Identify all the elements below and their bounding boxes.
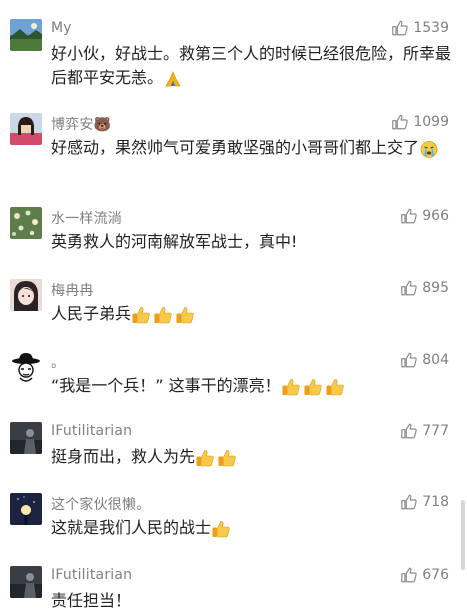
like-button[interactable]: 718 bbox=[400, 493, 449, 511]
comment-body: 人民子弟兵 bbox=[51, 304, 132, 323]
thumbs-up-icon bbox=[400, 351, 418, 369]
landscape-avatar[interactable] bbox=[10, 19, 42, 51]
like-button[interactable]: 777 bbox=[400, 422, 449, 440]
thumbs-up-icon bbox=[400, 422, 418, 440]
like-count: 676 bbox=[422, 567, 449, 583]
commenter-name[interactable]: 这个家伙很懒。 bbox=[51, 494, 150, 514]
thumbs-up-emoji-icon bbox=[211, 519, 231, 539]
commenter-name[interactable]: 博弈安🐻 bbox=[51, 114, 111, 134]
commenter-name[interactable]: 水一样流淌 bbox=[51, 208, 122, 228]
comment-list: My 1539 好小伙，好战士。救第三个人的时候已经很危险，所幸最后都平安无恙。… bbox=[0, 0, 467, 611]
comment-text: 好小伙，好战士。救第三个人的时候已经很危险，所幸最后都平安无恙。 bbox=[51, 42, 451, 90]
thumbs-up-emoji-icon bbox=[303, 377, 323, 397]
pray-emoji-icon bbox=[163, 69, 183, 89]
like-count: 1539 bbox=[413, 20, 449, 36]
night-sky-avatar[interactable] bbox=[10, 493, 42, 525]
like-button[interactable]: 1099 bbox=[391, 113, 449, 131]
comment-body: 挺身而出，救人为先 bbox=[51, 447, 196, 466]
comment-body: 英勇救人的河南解放军战士，真中! bbox=[51, 232, 298, 251]
comment-body: 好感动，果然帅气可爱勇敢坚强的小哥哥们都上交了 bbox=[51, 138, 420, 157]
hat-cartoon-avatar[interactable] bbox=[10, 351, 42, 383]
like-count: 1099 bbox=[413, 114, 449, 130]
like-count: 966 bbox=[422, 208, 449, 224]
crying-face-emoji-icon bbox=[419, 139, 439, 159]
comment-text: 责任担当！ bbox=[51, 589, 451, 613]
thumbs-up-emoji-icon bbox=[131, 305, 151, 325]
thumbs-up-emoji-icon bbox=[281, 377, 301, 397]
thumbs-up-emoji-icon bbox=[175, 305, 195, 325]
commenter-name[interactable]: 。 bbox=[51, 352, 65, 372]
like-count: 804 bbox=[422, 352, 449, 368]
commenter-name[interactable]: IFutilitarian bbox=[51, 567, 132, 583]
thumbs-up-icon bbox=[400, 207, 418, 225]
like-count: 895 bbox=[422, 280, 449, 296]
comment-body: 这就是我们人民的战士 bbox=[51, 518, 212, 537]
thumbs-up-icon bbox=[391, 19, 409, 37]
comment-body: 好小伙，好战士。救第三个人的时候已经很危险，所幸最后都平安无恙。 bbox=[51, 44, 452, 87]
comment-text: 人民子弟兵 bbox=[51, 302, 451, 326]
thumbs-up-icon bbox=[400, 493, 418, 511]
like-button[interactable]: 895 bbox=[400, 279, 449, 297]
flowers-avatar[interactable] bbox=[10, 207, 42, 239]
comment-text: 好感动，果然帅气可爱勇敢坚强的小哥哥们都上交了 bbox=[51, 136, 451, 160]
commenter-name[interactable]: My bbox=[51, 20, 72, 36]
like-button[interactable]: 966 bbox=[400, 207, 449, 225]
comment-text: 英勇救人的河南解放军战士，真中! bbox=[51, 230, 451, 254]
thumbs-up-emoji-icon bbox=[195, 448, 215, 468]
like-button[interactable]: 676 bbox=[400, 566, 449, 584]
thumbs-up-emoji-icon bbox=[217, 448, 237, 468]
comment-body: “我是一个兵！” 这事干的漂亮！ bbox=[51, 376, 281, 395]
thumbs-up-icon bbox=[391, 113, 409, 131]
comment-text: 挺身而出，救人为先 bbox=[51, 445, 451, 469]
girl-photo-avatar[interactable] bbox=[10, 113, 42, 145]
comment-text: “我是一个兵！” 这事干的漂亮！ bbox=[51, 374, 451, 398]
like-button[interactable]: 804 bbox=[400, 351, 449, 369]
dark-photo-avatar[interactable] bbox=[10, 566, 42, 598]
commenter-name[interactable]: IFutilitarian bbox=[51, 423, 132, 439]
thumbs-up-emoji-icon bbox=[325, 377, 345, 397]
comment-body: 责任担当！ bbox=[51, 591, 132, 610]
like-count: 718 bbox=[422, 494, 449, 510]
thumbs-up-icon bbox=[400, 566, 418, 584]
anime-girl-avatar[interactable] bbox=[10, 279, 42, 311]
comment-text: 这就是我们人民的战士 bbox=[51, 516, 451, 540]
thumbs-up-emoji-icon bbox=[153, 305, 173, 325]
thumbs-up-icon bbox=[400, 279, 418, 297]
scrollbar[interactable] bbox=[461, 500, 465, 570]
like-count: 777 bbox=[422, 423, 449, 439]
dark-photo-avatar[interactable] bbox=[10, 422, 42, 454]
like-button[interactable]: 1539 bbox=[391, 19, 449, 37]
commenter-name[interactable]: 梅冉冉 bbox=[51, 280, 94, 300]
